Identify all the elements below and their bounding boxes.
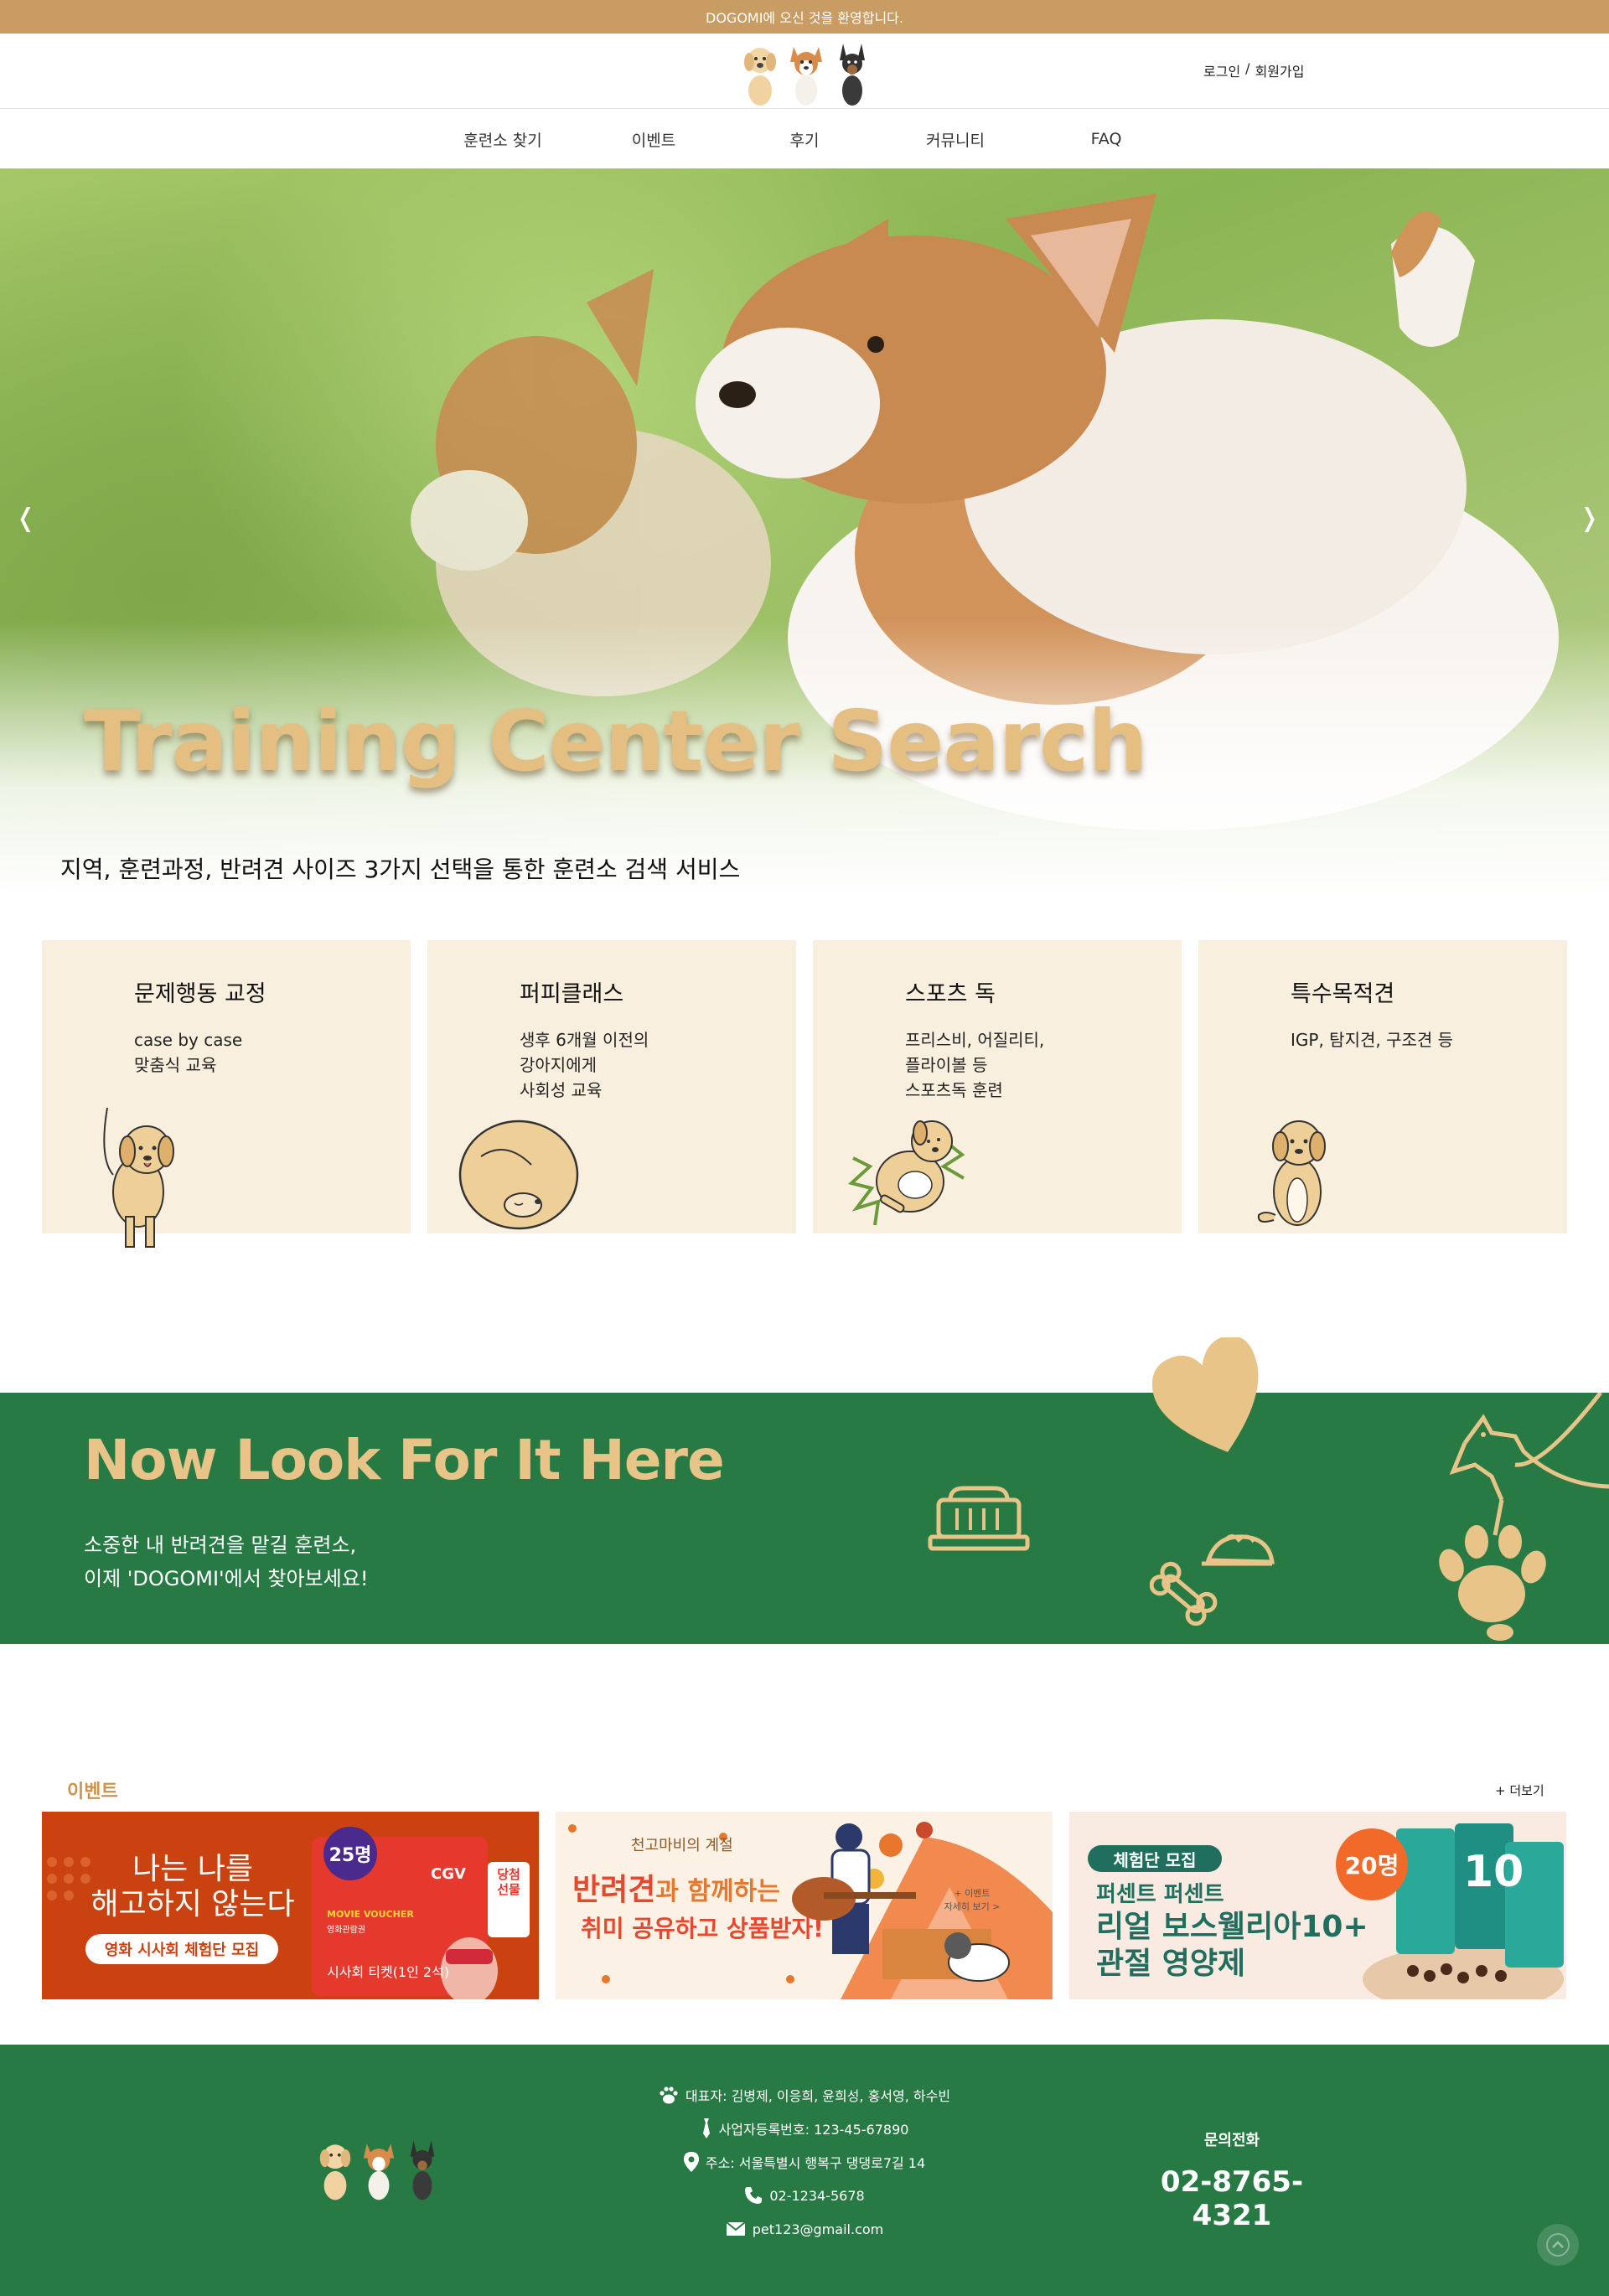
dog-leash-paw-icon (1439, 1393, 1609, 1641)
card-title: 스포츠 독 (905, 981, 996, 1007)
events-list: 나는 나를 해고하지 않는다 영화 시사회 체험단 모집 25명 CGV MOV… (42, 1812, 1567, 1999)
paw-icon (660, 2087, 678, 2104)
footer-info: 대표자: 김병제, 이응희, 윤희성, 홍서영, 하수빈 사업자등록번호: 12… (587, 2085, 1022, 2239)
sitting-dog-icon (1257, 1120, 1326, 1226)
site-footer: 대표자: 김병제, 이응희, 윤희성, 홍서영, 하수빈 사업자등록번호: 12… (0, 2045, 1609, 2296)
hobby-event-top: 천고마비의 계절 (631, 1837, 733, 1854)
card-desc: 프리스비, 어질리티, 플라이볼 등 스포츠독 훈련 (905, 1030, 1045, 1100)
footer-bizno: 사업자등록번호: 123-45-67890 (718, 2122, 909, 2138)
heart-icon (1152, 1337, 1259, 1452)
doberman-dog-icon (410, 2140, 435, 2200)
movie-event-line2: 해고하지 않는다 (91, 1887, 295, 1921)
card-sports-dog[interactable]: 스포츠 독 프리스비, 어질리티, 플라이볼 등 스포츠독 훈련 (813, 940, 1182, 1233)
hobby-event-main1: 반려견 (572, 1873, 656, 1907)
golden-dog-icon (744, 48, 776, 106)
golden-dog-icon (319, 2144, 351, 2200)
contact-block: 문의전화 02-8765-4321 (1123, 2128, 1341, 2232)
voucher-title: MOVIE VOUCHER (327, 1909, 414, 1920)
nav-reviews[interactable]: 후기 (729, 128, 880, 151)
hero-title: Training Center Search (84, 692, 1148, 790)
nav-faq[interactable]: FAQ (1031, 130, 1182, 148)
arrow-up-icon (1546, 2233, 1570, 2257)
hobby-event-main3: 취미 공유하고 상품받자! (581, 1915, 824, 1942)
footer-address-row: 주소: 서울특별시 행복구 댕댕로7길 14 (683, 2152, 926, 2172)
cgv-logo: CGV (431, 1865, 466, 1883)
service-cards: 문제행동 교정 case by case 맞춤식 교육 퍼피클래스 생후 6개월… (42, 940, 1567, 1248)
supplement-event-badge: 20명 (1336, 1828, 1408, 1900)
movie-event-line1: 나는 나를 (132, 1852, 253, 1886)
auth-links: 로그인 / 회원가입 (1203, 60, 1304, 80)
footer-email[interactable]: pet123@gmail.com (753, 2221, 884, 2237)
mail-icon (726, 2221, 746, 2236)
card-desc: case by case 맞춤식 교육 (134, 1030, 243, 1075)
voucher-subtitle: 영화관람권 (327, 1926, 365, 1935)
event-card-movie[interactable]: 나는 나를 해고하지 않는다 영화 시사회 체험단 모집 25명 CGV MOV… (42, 1812, 539, 1999)
signup-link[interactable]: 회원가입 (1255, 60, 1305, 80)
location-icon (683, 2152, 699, 2172)
nav-find-center[interactable]: 훈련소 찾기 (427, 128, 578, 151)
footer-email-row: pet123@gmail.com (726, 2219, 884, 2239)
auth-separator: / (1245, 60, 1250, 76)
sleeping-puppy-icon (458, 1120, 579, 1230)
movie-event-badge: 25명 (323, 1827, 377, 1880)
site-header: 로그인 / 회원가입 (0, 34, 1609, 109)
hero-subtitle: 지역, 훈련과정, 반려견 사이즈 3가지 선택을 통한 훈련소 검색 서비스 (60, 856, 741, 883)
card-title: 특수목적견 (1291, 981, 1395, 1007)
supplement-event-pill: 체험단 모집 (1088, 1845, 1222, 1872)
bone-food-bowl-icon (1150, 1534, 1275, 1626)
hobby-event-headline: 반려견과 함께하는 (572, 1865, 780, 1909)
supplement-box-label: 10 (1463, 1847, 1524, 1897)
hero-next-arrow[interactable]: ❭ (1579, 504, 1600, 533)
footer-tel-row: 02-1234-5678 (744, 2185, 865, 2206)
login-link[interactable]: 로그인 (1203, 60, 1240, 80)
tie-icon (702, 2118, 710, 2138)
walking-dog-icon (103, 1107, 174, 1248)
hero-banner: ❬ ❭ Training Center Search 지역, 훈련과정, 반려견… (0, 168, 1609, 897)
welcome-bar: DOGOMI에 오신 것을 환영합니다. (0, 0, 1609, 34)
band-title: Now Look For It Here (84, 1428, 725, 1492)
hero-prev-arrow[interactable]: ❬ (15, 504, 36, 533)
corgi-dog-icon (363, 2143, 395, 2200)
card-title: 문제행동 교정 (134, 981, 266, 1007)
main-nav: 훈련소 찾기 이벤트 후기 커뮤니티 FAQ (0, 110, 1609, 168)
contact-label: 문의전화 (1203, 2132, 1260, 2149)
card-desc: IGP, 탐지견, 구조견 등 (1291, 1030, 1454, 1050)
nav-community[interactable]: 커뮤니티 (880, 128, 1031, 151)
band-text: 소중한 내 반려견을 맡길 훈련소, 이제 'DOGOMI'에서 찾아보세요! (84, 1533, 369, 1590)
footer-logo[interactable] (317, 2137, 441, 2200)
ticket-text: 시사회 티켓(1인 2석) (327, 1964, 450, 1980)
corgi-dog-icon (790, 47, 822, 106)
card-special-purpose[interactable]: 특수목적견 IGP, 탐지견, 구조견 등 (1198, 940, 1567, 1233)
prize-tag: 당첨 선물 (497, 1867, 520, 1897)
events-heading: 이벤트 (67, 1781, 118, 1802)
event-card-supplement[interactable]: 체험단 모집 퍼센트 퍼센트 리얼 보스웰리아10+ 관절 영양제 20명 10 (1069, 1812, 1566, 1999)
movie-event-pill: 영화 시사회 체험단 모집 (85, 1934, 278, 1964)
welcome-text: DOGOMI에 오신 것을 환영합니다. (706, 10, 903, 26)
card-puppy-class[interactable]: 퍼피클래스 생후 6개월 이전의 강아지에게 사회성 교육 (427, 940, 796, 1233)
cta-band: Now Look For It Here 소중한 내 반려견을 맡길 훈련소, … (0, 1337, 1609, 1644)
event-card-hobby[interactable]: 천고마비의 계절 반려견과 함께하는 취미 공유하고 상품받자! + 이벤트 자… (556, 1812, 1053, 1999)
card-behavior-correction[interactable]: 문제행동 교정 case by case 맞춤식 교육 (42, 940, 411, 1248)
nav-events[interactable]: 이벤트 (578, 128, 729, 151)
events-more-link[interactable]: + 더보기 (1495, 1781, 1544, 1799)
footer-bizno-row: 사업자등록번호: 123-45-67890 (701, 2118, 909, 2138)
hobby-event-sign: + 이벤트 자세히 보기 > (944, 1888, 1001, 1912)
footer-ceo-row: 대표자: 김병제, 이응희, 윤희성, 홍서영, 하수빈 (659, 2085, 950, 2105)
footer-tel: 02-1234-5678 (769, 2187, 865, 2204)
card-desc: 생후 6개월 이전의 강아지에게 사회성 교육 (520, 1030, 649, 1100)
contact-phone[interactable]: 02-8765-4321 (1123, 2165, 1341, 2232)
supplement-event-line3: 관절 영양제 (1096, 1947, 1246, 1981)
phone-icon (745, 2187, 763, 2204)
footer-ceo: 대표자: 김병제, 이응희, 윤희성, 홍서영, 하수빈 (685, 2088, 951, 2104)
card-title: 퍼피클래스 (520, 981, 624, 1007)
dogomi-logo[interactable] (741, 39, 872, 106)
carrier-icon (928, 1486, 1030, 1551)
playing-dog-icon (847, 1120, 965, 1226)
scroll-top-button[interactable] (1537, 2224, 1579, 2266)
hobby-event-main2: 과 함께하는 (655, 1877, 780, 1906)
footer-address: 주소: 서울특별시 행복구 댕댕로7길 14 (705, 2155, 926, 2171)
doberman-dog-icon (840, 44, 865, 106)
movie-event-headline: 나는 나를 해고하지 않는다 (75, 1852, 310, 1922)
